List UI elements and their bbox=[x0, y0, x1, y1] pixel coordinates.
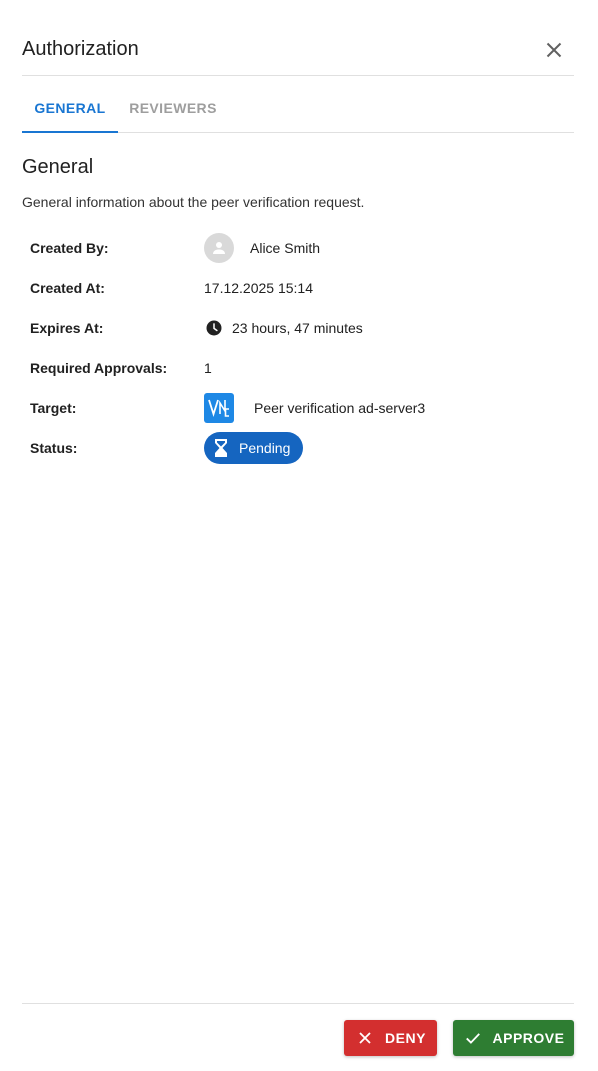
required-approvals-value: 1 bbox=[204, 360, 212, 376]
target-name: Peer verification ad-server3 bbox=[254, 400, 426, 416]
vnc-icon bbox=[204, 393, 234, 423]
expires-at-text: 23 hours, 47 minutes bbox=[232, 320, 363, 336]
detail-row-created-by: Created By: Alice Smith bbox=[30, 228, 574, 268]
person-icon bbox=[213, 242, 225, 254]
detail-row-created-at: Created At: 17.12.2025 15:14 bbox=[30, 268, 574, 308]
detail-row-expires-at: Expires At: 23 hours, 47 minutes bbox=[30, 308, 574, 348]
deny-label: DENY bbox=[385, 1030, 426, 1046]
close-icon bbox=[355, 1028, 375, 1048]
close-button[interactable] bbox=[542, 38, 566, 62]
detail-row-status: Status: Pending bbox=[30, 428, 574, 468]
target-value: Peer verification ad-server3 bbox=[204, 393, 425, 423]
clock-icon bbox=[204, 318, 224, 338]
status-value: Pending bbox=[204, 432, 304, 464]
status-badge: Pending bbox=[204, 432, 304, 464]
detail-row-required-approvals: Required Approvals: 1 bbox=[30, 348, 574, 388]
hourglass-icon bbox=[213, 438, 229, 458]
target-label: Target: bbox=[30, 400, 77, 416]
dialog-title: Authorization bbox=[22, 38, 139, 60]
detail-row-target: Target: Peer verification ad-server3 bbox=[30, 388, 574, 428]
tab-general[interactable]: GENERAL bbox=[22, 84, 118, 133]
approve-button[interactable]: APPROVE bbox=[453, 1020, 574, 1056]
deny-button[interactable]: DENY bbox=[344, 1020, 437, 1056]
tab-reviewers[interactable]: REVIEWERS bbox=[123, 84, 223, 132]
created-by-value: Alice Smith bbox=[204, 233, 320, 263]
status-label: Status: bbox=[30, 440, 78, 456]
section-description: General information about the peer verif… bbox=[22, 194, 365, 210]
required-approvals-label: Required Approvals: bbox=[30, 360, 168, 376]
close-icon[interactable] bbox=[542, 38, 566, 62]
check-icon bbox=[463, 1028, 483, 1048]
section-title: General bbox=[22, 156, 94, 178]
created-at-label: Created At: bbox=[30, 280, 105, 296]
expires-at-label: Expires At: bbox=[30, 320, 104, 336]
footer-divider bbox=[22, 1003, 574, 1004]
dialog-header: Authorization bbox=[22, 0, 574, 76]
tab-bar: GENERAL REVIEWERS bbox=[22, 84, 574, 133]
avatar bbox=[204, 233, 234, 263]
approve-label: APPROVE bbox=[492, 1030, 565, 1046]
created-by-label: Created By: bbox=[30, 240, 109, 256]
status-text: Pending bbox=[239, 440, 291, 456]
created-at-value: 17.12.2025 15:14 bbox=[204, 280, 313, 296]
expires-at-value: 23 hours, 47 minutes bbox=[204, 318, 363, 338]
created-by-name: Alice Smith bbox=[250, 240, 321, 256]
